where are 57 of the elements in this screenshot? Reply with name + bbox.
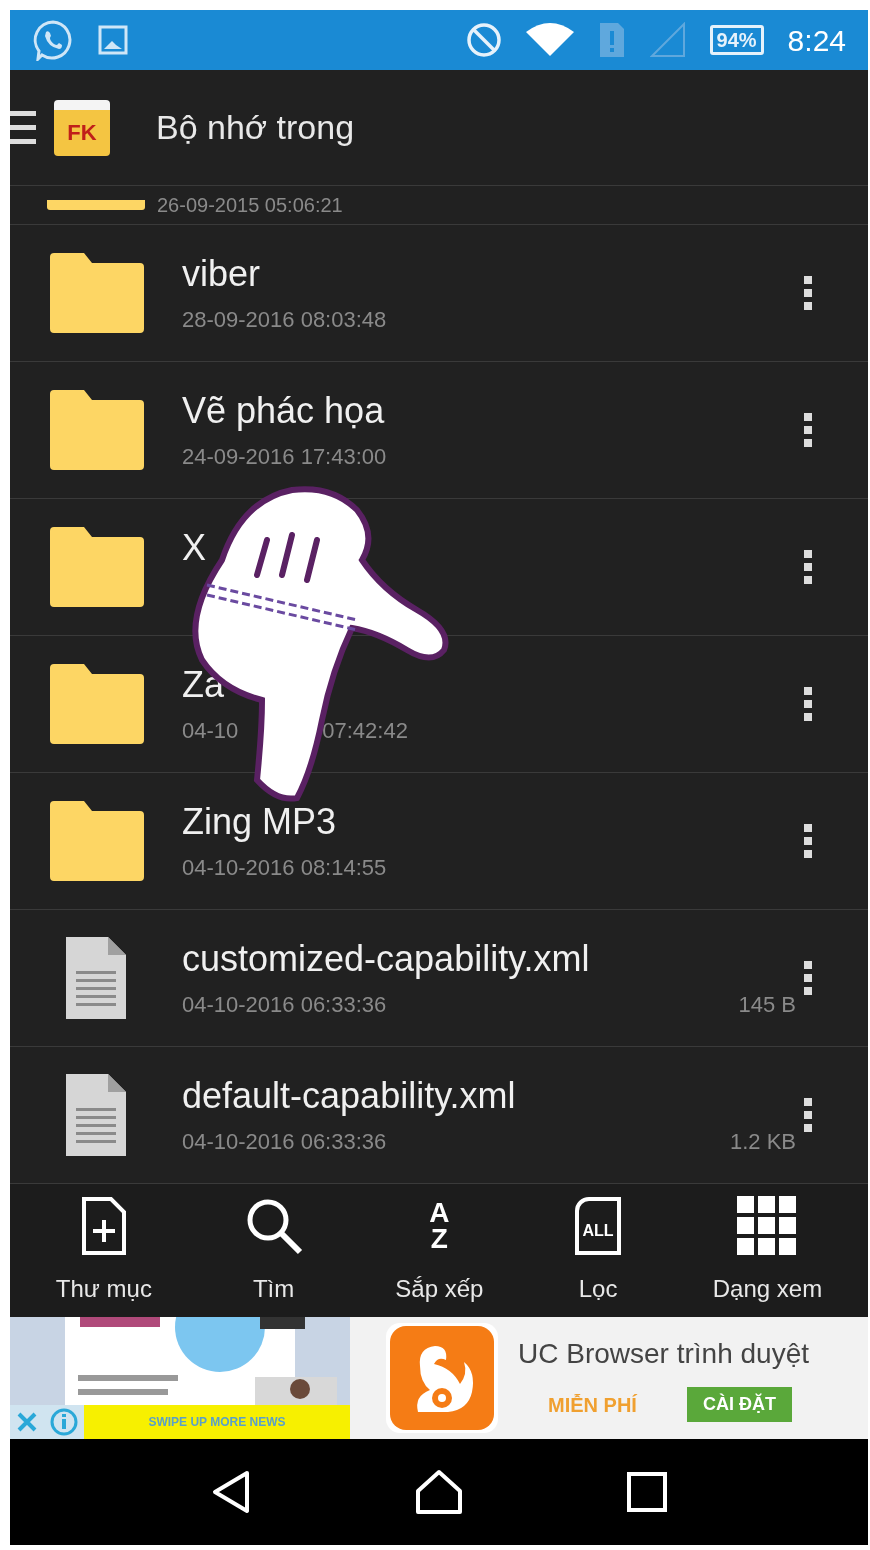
file-name: customized-capability.xml xyxy=(182,938,591,980)
info-icon xyxy=(50,1408,78,1436)
toolbar-action[interactable]: Tìm xyxy=(243,1194,304,1307)
file-row[interactable]: viber 28-09-2016 08:03:48 xyxy=(10,225,868,362)
file-name: Vẽ phác họa xyxy=(182,390,386,432)
file-date: 28-09-2016 08:03:48 xyxy=(182,305,387,334)
back-icon[interactable] xyxy=(211,1470,252,1514)
squirrel-logo-icon xyxy=(390,1326,494,1430)
more-vertical-icon[interactable] xyxy=(804,961,812,995)
wifi-icon xyxy=(525,22,574,58)
image-icon xyxy=(98,25,128,55)
chat-phone-icon xyxy=(32,19,74,61)
toolbar-action[interactable]: Dạng xem xyxy=(712,1194,823,1307)
more-vertical-icon[interactable] xyxy=(804,824,812,858)
home-icon[interactable] xyxy=(414,1469,464,1515)
menu-icon[interactable] xyxy=(10,110,36,145)
file-date: 04-10 xyxy=(182,716,239,745)
document-icon xyxy=(64,935,128,1021)
file-size: 145 B xyxy=(738,990,796,1019)
do-not-disturb-icon xyxy=(465,22,502,58)
ad-title: UC Browser trình duyệt xyxy=(518,1337,810,1371)
toolbar-action[interactable]: Thư mục xyxy=(55,1194,152,1307)
file-name: Zing MP3 xyxy=(182,801,338,843)
app-logo[interactable]: FK xyxy=(54,99,110,156)
toolbar-action[interactable]: ALL Lọc xyxy=(575,1194,622,1307)
file-date: 07:42:42 xyxy=(322,716,408,745)
filter-all-icon: ALL xyxy=(575,1196,622,1255)
toolbar-title: Bộ nhớ trong xyxy=(156,107,355,148)
more-vertical-icon[interactable] xyxy=(804,550,812,584)
file-name: default-capability.xml xyxy=(182,1075,517,1117)
file-row[interactable]: Vẽ phác họa 24-09-2016 17:43:00 xyxy=(10,362,868,499)
file-size: 1.2 KB xyxy=(729,1127,796,1156)
recent-apps-icon[interactable] xyxy=(626,1472,667,1512)
file-date: 04-10-2016 06:33:36 xyxy=(182,1127,387,1156)
more-vertical-icon[interactable] xyxy=(804,687,812,721)
folder-icon xyxy=(47,200,145,210)
document-icon xyxy=(64,1072,128,1158)
sim-alert-icon xyxy=(597,21,626,59)
sort-az-icon: A Z xyxy=(429,1199,450,1252)
file-date: 26-09-2015 05:06:21 xyxy=(157,193,343,218)
grid-view-icon xyxy=(737,1195,798,1256)
ad-free-label: MIỄN PHÍ xyxy=(548,1392,637,1418)
file-name: viber xyxy=(182,253,262,295)
close-icon xyxy=(17,1412,37,1432)
file-name: X xyxy=(182,527,207,569)
more-vertical-icon[interactable] xyxy=(804,413,812,447)
more-vertical-icon[interactable] xyxy=(804,1098,812,1132)
clock-time: 8:24 xyxy=(787,22,846,59)
file-date: 24-09-2016 17:43:00 xyxy=(182,442,387,471)
battery-indicator: 94% xyxy=(709,25,764,55)
signal-icon xyxy=(649,22,686,58)
more-vertical-icon[interactable] xyxy=(804,276,812,310)
add-file-icon xyxy=(80,1195,127,1256)
toolbar-action[interactable]: A Z Sắp xếp xyxy=(395,1194,484,1307)
file-row[interactable]: customized-capability.xml 04-10-2016 06:33:36 145 B xyxy=(10,910,868,1047)
file-date: 04-10-2016 06:33:36 xyxy=(182,990,387,1019)
file-date: 04-10-2016 08:14:55 xyxy=(182,853,387,882)
